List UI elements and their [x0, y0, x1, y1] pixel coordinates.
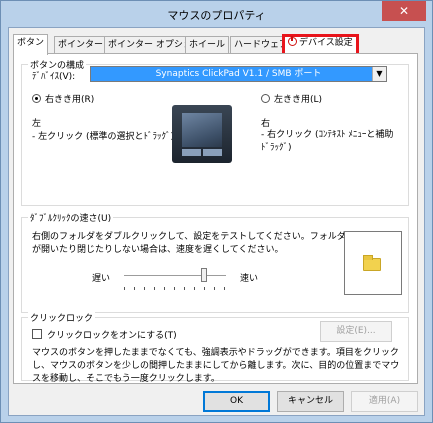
clickpad-image	[172, 105, 232, 163]
left-handed-radio[interactable]: 左きき用(L)	[261, 92, 322, 105]
left-side-title: 左	[32, 119, 42, 129]
click-lock-settings-button[interactable]: 設定(E)...	[320, 321, 392, 342]
click-lock-group-label: クリックロック	[28, 311, 96, 324]
apply-button[interactable]: 適用(A)	[351, 391, 418, 412]
chevron-down-icon[interactable]: ▼	[372, 67, 386, 81]
buttons-tab-page: ボタンの構成 ﾃﾞﾊﾞｲｽ(V): Synaptics ClickPad V1.…	[13, 53, 418, 384]
ok-button[interactable]: OK	[203, 391, 270, 412]
right-side-title: 右	[261, 119, 271, 129]
dialog-client: ボタン ポインター ポインター オプション ホイール ハードウェア デバイス設定…	[8, 27, 425, 416]
mouse-properties-window: マウスのプロパティ ✕ ボタン ポインター ポインター オプション ホイール ハ…	[0, 0, 433, 423]
fast-label: 速い	[240, 274, 259, 284]
device-settings-icon	[288, 36, 297, 46]
device-label: ﾃﾞﾊﾞｲｽ(V):	[32, 72, 76, 82]
radio-selected-icon[interactable]	[32, 94, 41, 103]
slider-thumb[interactable]	[200, 268, 207, 282]
click-lock-label: クリックロックをオンにする(T)	[47, 331, 177, 341]
device-select-value: Synaptics ClickPad V1.1 / SMB ポート	[155, 69, 322, 79]
slow-label: 遅い	[92, 274, 111, 284]
right-handed-radio[interactable]: 右きき用(R)	[32, 92, 94, 105]
radio-unselected-icon[interactable]	[261, 94, 270, 103]
test-folder-box[interactable]	[344, 231, 402, 295]
tab-wheel[interactable]: ホイール	[185, 36, 230, 54]
right-side-description: - 右クリック (ｺﾝﾃｷｽﾄ ﾒﾆｭｰと補助ﾄﾞﾗｯｸﾞ)	[261, 130, 394, 153]
click-lock-description: マウスのボタンを押したままでなくても、強調表示やドラッグができます。項目をクリッ…	[32, 348, 400, 384]
window-title: マウスのプロパティ	[167, 9, 266, 22]
double-click-group-label: ﾀﾞﾌﾞﾙｸﾘｯｸの速さ(U)	[28, 211, 114, 224]
tab-buttons[interactable]: ボタン	[13, 34, 49, 55]
right-handed-label: 右きき用(R)	[45, 95, 95, 105]
clickpad-left-button	[182, 149, 201, 156]
clickpad-right-button	[203, 149, 222, 156]
double-click-speed-slider[interactable]	[124, 275, 226, 276]
folder-icon[interactable]	[363, 255, 381, 271]
device-select[interactable]: Synaptics ClickPad V1.1 / SMB ポート ▼	[90, 66, 387, 82]
click-lock-checkbox[interactable]: クリックロックをオンにする(T)	[32, 328, 177, 341]
tab-device-settings-label: デバイス設定	[299, 38, 353, 48]
double-click-description: 右側のフォルダをダブルクリックして、設定をテストしてください。フォルダが開いたり…	[32, 232, 346, 255]
title-bar: マウスのプロパティ ✕	[1, 1, 432, 27]
left-handed-label: 左きき用(L)	[274, 95, 323, 105]
cancel-button[interactable]: キャンセル	[277, 391, 344, 412]
left-side-description: - 左クリック (標準の選択とﾄﾞﾗｯｸﾞ)	[32, 132, 174, 142]
slider-ticks	[124, 287, 226, 290]
clickpad-surface	[182, 113, 222, 147]
tab-pointers[interactable]: ポインター	[54, 36, 108, 54]
checkbox-icon[interactable]	[32, 329, 42, 339]
close-button[interactable]: ✕	[382, 1, 426, 21]
